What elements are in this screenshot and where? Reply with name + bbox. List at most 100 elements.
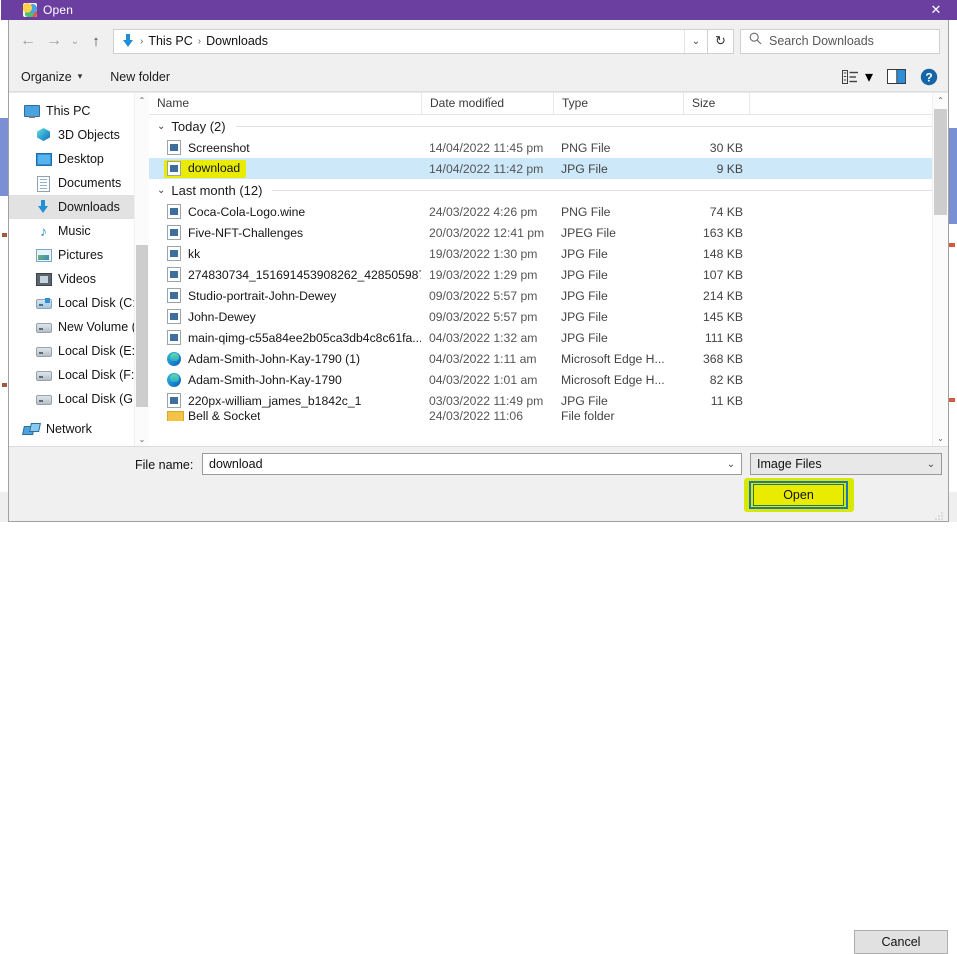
table-row[interactable]: Five-NFT-Challenges 20/03/2022 12:41 pm … [149,222,948,243]
organize-button[interactable]: Organize ▾ [21,70,82,84]
file-name-cell[interactable]: Screenshot [149,140,421,155]
table-row[interactable]: kk 19/03/2022 1:30 pm JPG File 148 KB [149,243,948,264]
table-row[interactable]: Coca-Cola-Logo.wine 24/03/2022 4:26 pm P… [149,201,948,222]
table-row[interactable]: Adam-Smith-John-Kay-1790 (1) 04/03/2022 … [149,348,948,369]
sidebar-item-3d-objects[interactable]: 3D Objects [9,123,149,147]
table-row[interactable]: 274830734_151691453908262_4285059879... … [149,264,948,285]
table-row[interactable]: main-qimg-c55a84ee2b05ca3db4c8c61fa... 0… [149,327,948,348]
recent-locations-button[interactable]: ⌄ [67,28,83,54]
table-row[interactable]: John-Dewey 09/03/2022 5:57 pm JPG File 1… [149,306,948,327]
file-rows-container: ⌄ Today (2) Screenshot 14/04/2022 11:45 … [149,115,948,446]
image-file-icon [167,161,181,176]
column-header-name[interactable]: Name [149,92,421,114]
forward-button[interactable]: → [41,28,67,54]
file-name-cell[interactable]: Studio-portrait-John-Dewey [149,288,421,303]
file-type-filter-value: Image Files [751,457,822,471]
sidebar-item-label: Videos [58,272,96,286]
cancel-button[interactable]: Cancel [854,930,948,954]
file-name-cell[interactable]: Five-NFT-Challenges [149,225,421,240]
column-header-type[interactable]: Type [553,92,683,114]
file-size-cell: 163 KB [683,226,749,240]
search-input[interactable]: Search Downloads [740,29,940,54]
chevron-down-icon[interactable]: ⌄ [157,185,165,196]
address-bar[interactable]: › This PC › Downloads ⌄ [113,29,708,54]
view-layout-button[interactable] [842,70,859,84]
chevron-down-icon[interactable]: ⌄ [157,121,165,132]
scrollbar-thumb[interactable] [136,245,148,407]
chevron-down-icon[interactable]: ⌄ [921,459,941,470]
scroll-down-icon[interactable]: ⌄ [933,431,948,446]
file-name-input[interactable]: download ⌄ [202,453,742,475]
file-size-cell: 107 KB [683,268,749,282]
new-folder-button[interactable]: New folder [110,70,170,84]
sidebar-item-local-disk-f[interactable]: Local Disk (F:) [9,363,149,387]
system-disk-icon [35,295,52,311]
sidebar-item-local-disk-c[interactable]: Local Disk (C:) [9,291,149,315]
refresh-button[interactable]: ↻ [708,29,734,54]
group-header-today[interactable]: ⌄ Today (2) [149,115,948,137]
breadcrumb-downloads[interactable]: Downloads [202,34,272,48]
sidebar-item-desktop[interactable]: Desktop [9,147,149,171]
table-row[interactable]: Adam-Smith-John-Kay-1790 04/03/2022 1:01… [149,369,948,390]
sidebar-item-local-disk-g[interactable]: Local Disk (G:) [9,387,149,411]
disk-icon [35,391,52,407]
table-row[interactable]: Screenshot 14/04/2022 11:45 pm PNG File … [149,137,948,158]
group-divider [272,190,942,191]
file-list-scrollbar[interactable]: ⌃ ⌄ [932,93,948,446]
file-name-cell[interactable]: John-Dewey [149,309,421,324]
scroll-up-icon[interactable]: ⌃ [135,93,149,107]
file-name-label: John-Dewey [188,310,256,324]
file-name-label: Five-NFT-Challenges [188,226,303,240]
file-name-label: Bell & Socket [188,411,260,421]
table-row[interactable]: 220px-william_james_b1842c_1 03/03/2022 … [149,390,948,411]
file-name-cell[interactable]: 220px-william_james_b1842c_1 [149,393,421,408]
column-header-size[interactable]: Size [683,92,749,114]
file-type-cell: JPG File [553,289,683,303]
file-type-filter-dropdown[interactable]: Image Files ⌄ [750,453,942,475]
table-row[interactable]: Studio-portrait-John-Dewey 09/03/2022 5:… [149,285,948,306]
open-button[interactable]: Open [753,484,844,506]
sidebar-item-local-disk-e[interactable]: Local Disk (E:) [9,339,149,363]
table-row[interactable]: Bell & Socket 24/03/2022 11:06 File fold… [149,411,948,421]
app-icon [23,3,37,17]
file-name-cell[interactable]: download [149,160,421,178]
sidebar-item-network[interactable]: Network [9,417,149,441]
sidebar-item-videos[interactable]: Videos [9,267,149,291]
file-type-cell: JPG File [553,331,683,345]
group-header-last-month[interactable]: ⌄ Last month (12) [149,179,948,201]
scroll-up-icon[interactable]: ⌃ [933,93,948,108]
file-name-cell[interactable]: main-qimg-c55a84ee2b05ca3db4c8c61fa... [149,330,421,345]
view-dropdown-caret[interactable]: ▾ [865,67,873,87]
table-row[interactable]: download 14/04/2022 11:42 pm JPG File 9 … [149,158,948,179]
sidebar-item-music[interactable]: ♪ Music [9,219,149,243]
sidebar-item-downloads[interactable]: Downloads [9,195,149,219]
navigation-pane-scrollbar[interactable]: ⌃ ⌄ [134,93,149,446]
file-name-label: Adam-Smith-John-Kay-1790 [188,373,342,387]
file-name-cell[interactable]: Bell & Socket [149,411,421,421]
file-name-cell[interactable]: Adam-Smith-John-Kay-1790 [149,372,421,387]
sidebar-item-pictures[interactable]: Pictures [9,243,149,267]
downloads-icon [120,33,137,50]
up-button[interactable]: ↑ [83,28,109,54]
group-divider [236,126,942,127]
scrollbar-thumb[interactable] [934,109,947,215]
file-name-cell[interactable]: kk [149,246,421,261]
sidebar-item-this-pc[interactable]: This PC [9,99,149,123]
back-button[interactable]: ← [15,28,41,54]
help-button[interactable]: ? [920,68,938,86]
window-title: Open [43,3,73,17]
sidebar-item-label: Pictures [58,248,103,262]
chevron-down-icon[interactable]: ⌄ [684,30,707,53]
breadcrumb-this-pc[interactable]: This PC [144,34,196,48]
scroll-down-icon[interactable]: ⌄ [135,432,149,446]
preview-pane-button[interactable] [887,69,906,84]
chevron-down-icon[interactable]: ⌄ [721,459,741,470]
file-name-cell[interactable]: 274830734_151691453908262_4285059879... [149,267,421,282]
sidebar-item-documents[interactable]: Documents [9,171,149,195]
close-icon[interactable]: ✕ [914,0,957,20]
file-size-cell: 11 KB [683,394,749,408]
file-name-cell[interactable]: Adam-Smith-John-Kay-1790 (1) [149,351,421,366]
file-name-cell[interactable]: Coca-Cola-Logo.wine [149,204,421,219]
sidebar-item-new-volume-d[interactable]: New Volume (D: [9,315,149,339]
resize-grip[interactable] [934,508,944,518]
